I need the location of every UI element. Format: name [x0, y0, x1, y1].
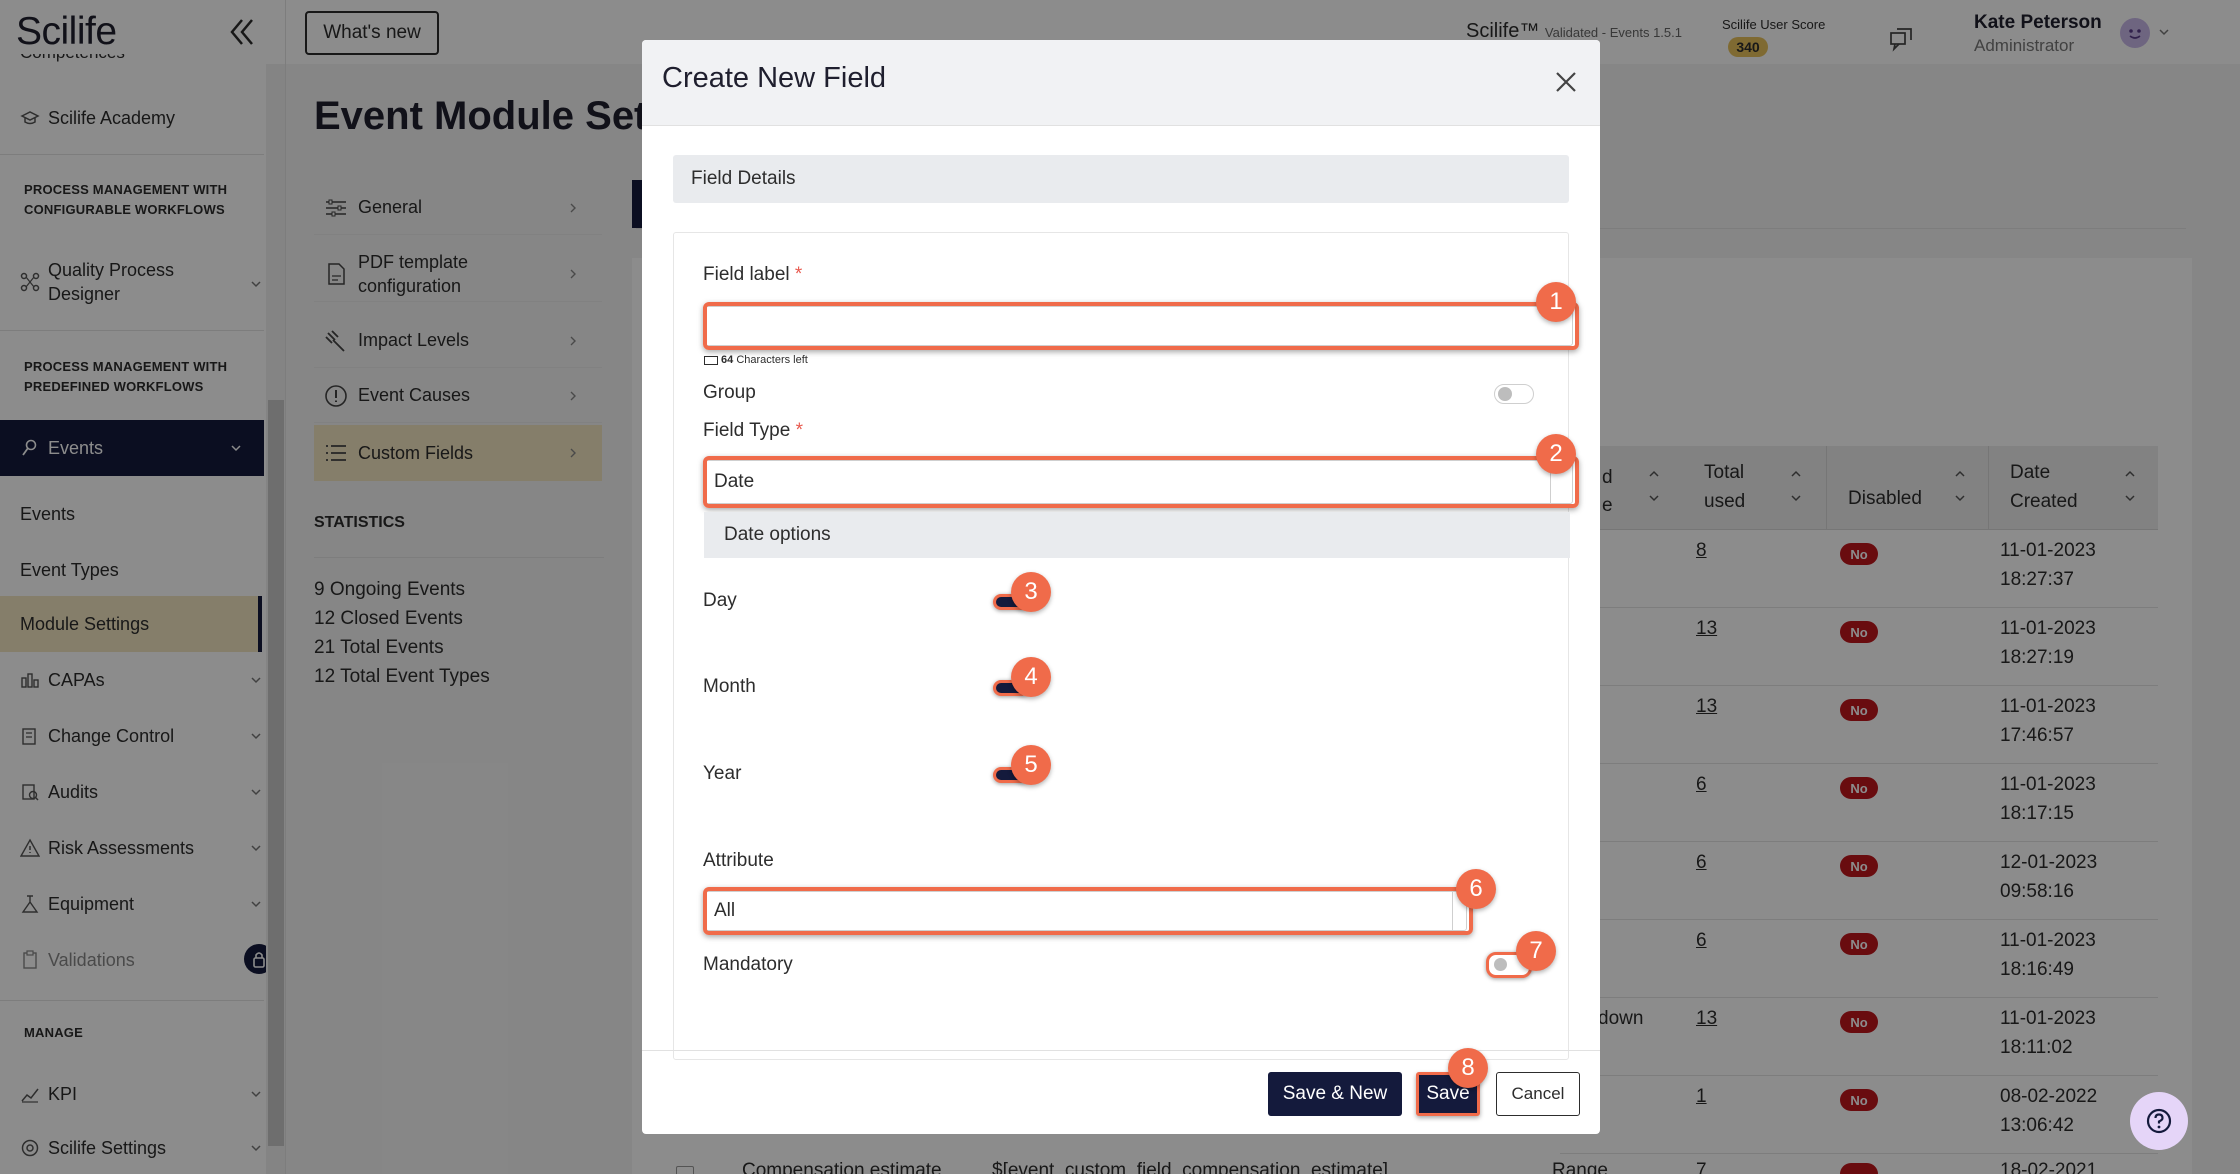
close-icon[interactable] — [1552, 68, 1580, 96]
characters-left-count: 64 — [721, 354, 734, 366]
create-field-modal: Create New Field Field Details Field lab… — [642, 40, 1600, 1134]
callout-8: 8 — [1448, 1048, 1488, 1088]
field-type-text: Field Type — [703, 420, 791, 441]
callout-3: 3 — [1011, 572, 1051, 612]
date-options-header: Date options — [704, 512, 1570, 558]
field-label-text: Field label — [703, 264, 790, 285]
callout-1: 1 — [1536, 282, 1576, 322]
modal-header: Create New Field — [642, 40, 1600, 126]
callout-6: 6 — [1456, 869, 1496, 909]
help-button[interactable] — [2130, 1092, 2188, 1150]
question-icon — [2146, 1108, 2172, 1134]
modal-title: Create New Field — [662, 62, 887, 94]
day-label: Day — [703, 590, 737, 611]
field-type-label: Field Type * — [703, 420, 803, 441]
mandatory-label: Mandatory — [703, 954, 793, 975]
callout-highlight-6 — [703, 887, 1473, 935]
field-label-label: Field label * — [703, 264, 803, 285]
callout-highlight-2 — [703, 456, 1579, 508]
callout-5: 5 — [1011, 745, 1051, 785]
save-and-new-button[interactable]: Save & New — [1268, 1072, 1402, 1116]
cancel-button[interactable]: Cancel — [1496, 1072, 1580, 1116]
characters-left-text: Characters left — [736, 354, 808, 366]
section-field-details: Field Details — [673, 155, 1569, 203]
characters-left: 64 Characters left — [704, 354, 808, 366]
callout-4: 4 — [1011, 657, 1051, 697]
callout-7: 7 — [1516, 931, 1556, 971]
group-label: Group — [703, 382, 756, 403]
callout-highlight-1 — [703, 302, 1579, 350]
keyboard-icon — [704, 355, 718, 365]
month-label: Month — [703, 676, 756, 697]
callout-2: 2 — [1536, 434, 1576, 474]
group-toggle[interactable] — [1494, 384, 1534, 404]
year-label: Year — [703, 763, 742, 784]
attribute-label: Attribute — [703, 850, 774, 871]
